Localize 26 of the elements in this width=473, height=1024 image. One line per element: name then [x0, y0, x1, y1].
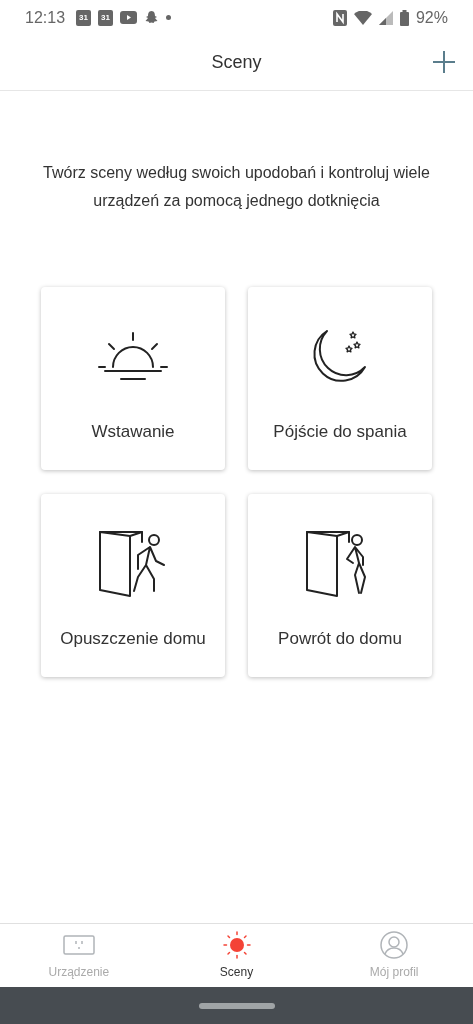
plus-icon	[433, 51, 455, 73]
add-button[interactable]	[431, 49, 457, 75]
page-title: Sceny	[211, 51, 262, 74]
nav-tab[interactable]: Sceny	[157, 924, 316, 987]
battery-percent: 92%	[415, 7, 448, 28]
battery-icon	[399, 9, 409, 26]
intro-text: Twórz sceny według swoich upodobań i kontroluj wiele urządzeń za pomocą jednego dotknięcia	[42, 163, 431, 211]
scene-card[interactable]: Opuszczenie domu	[41, 494, 225, 677]
sun-icon	[222, 930, 251, 959]
scene-card[interactable]: Pójście do spania	[248, 287, 432, 470]
door-figure-icon	[98, 530, 168, 598]
dot-icon	[166, 15, 172, 20]
nfc-icon	[332, 9, 347, 26]
ghost-icon	[144, 10, 160, 25]
signal-icon	[378, 10, 393, 25]
play-icon	[120, 11, 138, 24]
calendar-icon: 31	[76, 9, 92, 26]
sunrise-icon	[97, 331, 169, 383]
scene-card[interactable]: Wstawanie	[41, 287, 225, 470]
outlet-icon	[62, 934, 95, 955]
clock: 12:13	[25, 7, 66, 28]
wifi-icon	[353, 10, 372, 25]
calendar-icon: 31	[98, 9, 114, 26]
scene-card[interactable]: Powrót do domu	[248, 494, 432, 677]
profile-icon	[380, 930, 409, 959]
home-handle[interactable]	[198, 1002, 275, 1009]
